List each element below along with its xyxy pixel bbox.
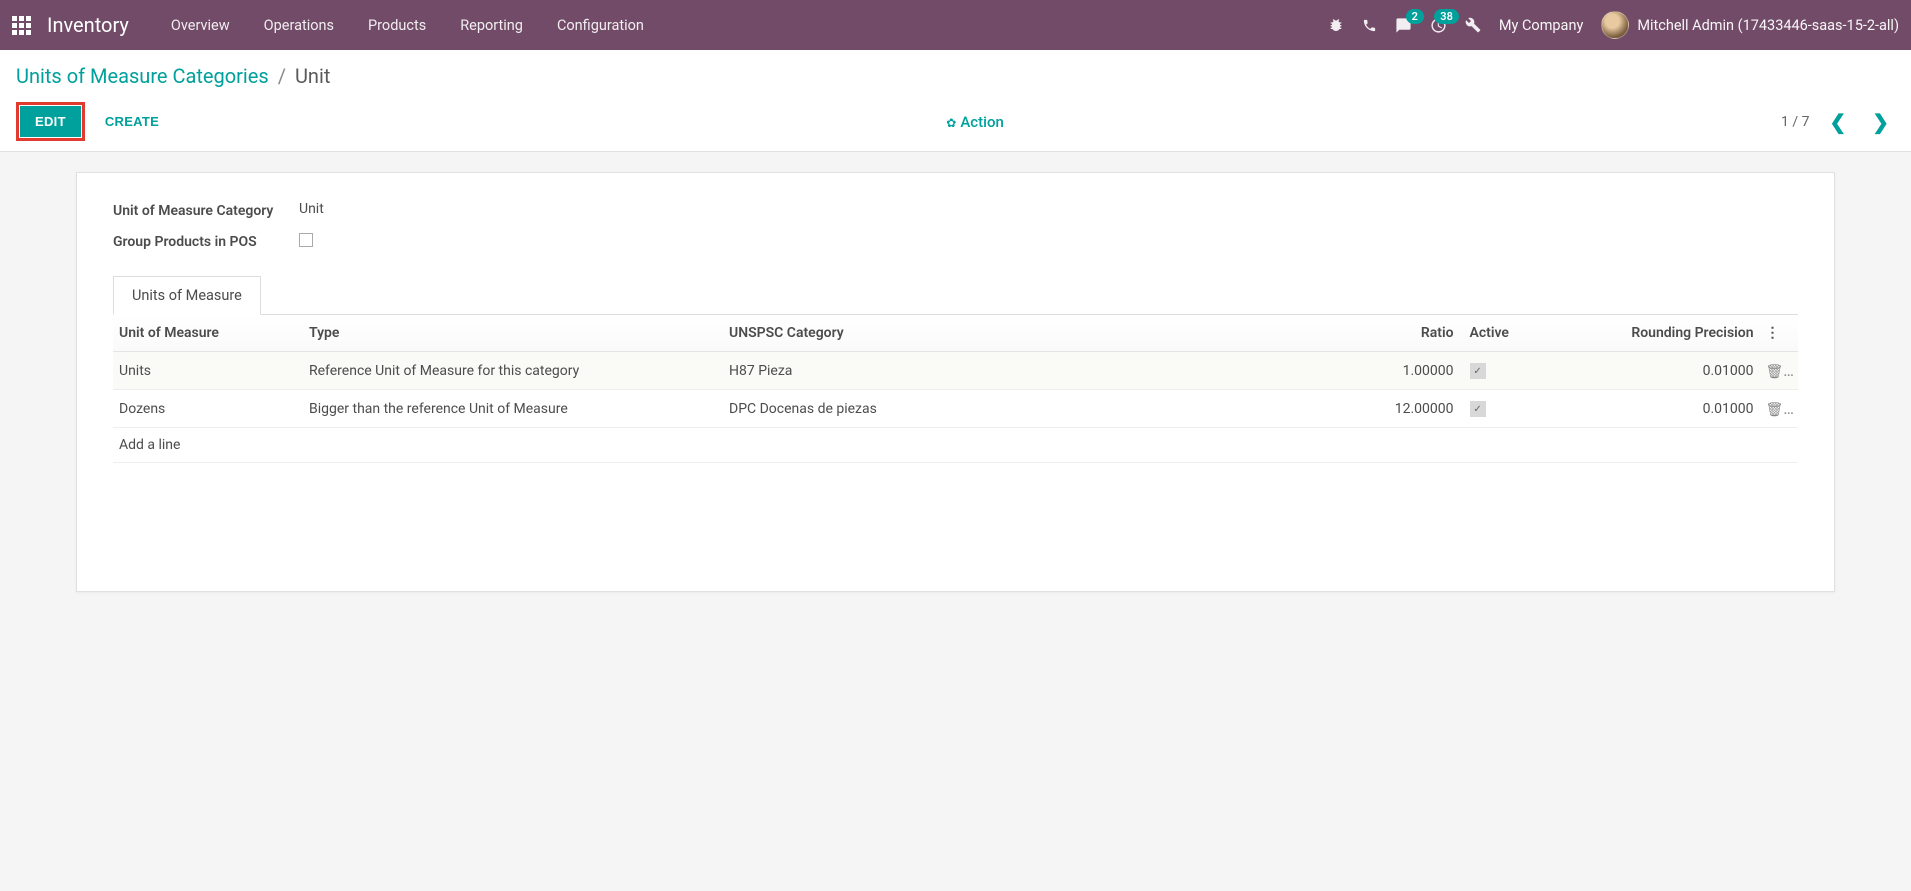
checkbox-group-pos[interactable] — [299, 233, 313, 247]
apps-icon[interactable] — [12, 16, 31, 35]
cell-uom: Units — [113, 352, 303, 390]
control-panel: Units of Measure Categories / Unit EDIT … — [0, 50, 1911, 152]
create-button[interactable]: CREATE — [95, 107, 169, 136]
breadcrumb-current: Unit — [295, 64, 330, 88]
menu-configuration[interactable]: Configuration — [543, 9, 658, 42]
col-rounding[interactable]: Rounding Precision — [1580, 315, 1760, 352]
messages-icon[interactable]: 2 — [1395, 17, 1412, 34]
label-group-pos: Group Products in POS — [113, 232, 299, 253]
user-menu[interactable]: Mitchell Admin (17433446-saas-15-2-all) — [1601, 11, 1899, 39]
trash-icon[interactable]: 🗑 — [1766, 402, 1784, 418]
cell-ratio: 1.00000 — [1370, 352, 1460, 390]
edit-highlight: EDIT — [16, 102, 85, 141]
col-uom[interactable]: Unit of Measure — [113, 315, 303, 352]
breadcrumb: Units of Measure Categories / Unit — [16, 64, 1895, 88]
app-brand[interactable]: Inventory — [47, 13, 129, 37]
uom-table: Unit of Measure Type UNSPSC Category Rat… — [113, 315, 1798, 463]
col-active[interactable]: Active — [1460, 315, 1580, 352]
breadcrumb-parent[interactable]: Units of Measure Categories — [16, 64, 269, 88]
menu-products[interactable]: Products — [354, 9, 440, 42]
tab-units-of-measure[interactable]: Units of Measure — [113, 276, 261, 315]
edit-button[interactable]: EDIT — [20, 106, 81, 137]
table-row[interactable]: Units Reference Unit of Measure for this… — [113, 352, 1798, 390]
trash-icon[interactable]: 🗑 — [1766, 364, 1784, 380]
cell-type: Bigger than the reference Unit of Measur… — [303, 390, 723, 428]
form-sheet: Unit of Measure Category Unit Group Prod… — [76, 172, 1835, 592]
col-options[interactable]: ⋮ — [1760, 315, 1798, 352]
pager-text[interactable]: 1 / 7 — [1781, 114, 1809, 130]
action-dropdown[interactable]: Action — [946, 113, 1004, 131]
pager-prev-icon[interactable]: ❮ — [1823, 110, 1852, 134]
col-type[interactable]: Type — [303, 315, 723, 352]
cell-rounding: 0.01000 — [1580, 352, 1760, 390]
top-navbar: Inventory Overview Operations Products R… — [0, 0, 1911, 50]
col-unspsc[interactable]: UNSPSC Category — [723, 315, 1370, 352]
cell-type: Reference Unit of Measure for this categ… — [303, 352, 723, 390]
cell-active-checkbox[interactable]: ✓ — [1470, 401, 1486, 417]
tools-icon[interactable] — [1465, 17, 1481, 33]
label-category: Unit of Measure Category — [113, 201, 299, 222]
activities-icon[interactable]: 38 — [1430, 17, 1447, 34]
user-name: Mitchell Admin (17433446-saas-15-2-all) — [1637, 17, 1899, 34]
value-category: Unit — [299, 201, 324, 222]
add-line-button[interactable]: Add a line — [113, 428, 1798, 463]
pager-next-icon[interactable]: ❯ — [1866, 110, 1895, 134]
company-selector[interactable]: My Company — [1499, 17, 1583, 34]
cell-unspsc: DPC Docenas de piezas — [723, 390, 1370, 428]
cell-active-checkbox[interactable]: ✓ — [1470, 363, 1486, 379]
col-ratio[interactable]: Ratio — [1370, 315, 1460, 352]
debug-icon[interactable] — [1328, 17, 1344, 33]
cell-uom: Dozens — [113, 390, 303, 428]
main-menu: Overview Operations Products Reporting C… — [157, 9, 658, 42]
activities-badge: 38 — [1434, 9, 1459, 24]
cell-rounding: 0.01000 — [1580, 390, 1760, 428]
phone-icon[interactable] — [1362, 18, 1377, 33]
cell-ratio: 12.00000 — [1370, 390, 1460, 428]
table-row[interactable]: Dozens Bigger than the reference Unit of… — [113, 390, 1798, 428]
cell-unspsc: H87 Pieza — [723, 352, 1370, 390]
messages-badge: 2 — [1406, 9, 1424, 24]
avatar — [1601, 11, 1629, 39]
menu-reporting[interactable]: Reporting — [446, 9, 537, 42]
menu-overview[interactable]: Overview — [157, 9, 244, 42]
menu-operations[interactable]: Operations — [250, 9, 348, 42]
pager: 1 / 7 ❮ ❯ — [1781, 110, 1895, 134]
